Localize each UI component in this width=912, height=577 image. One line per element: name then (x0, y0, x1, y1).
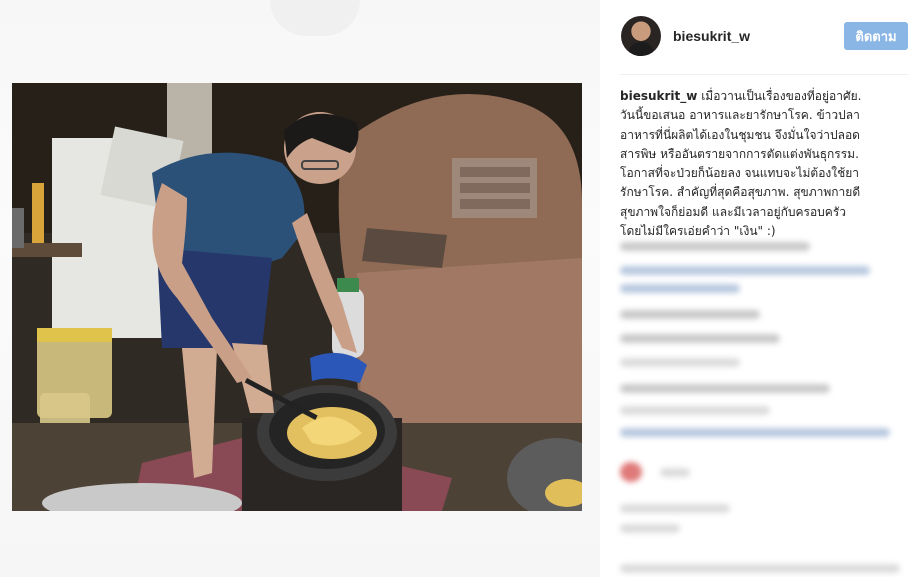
caption-line-3: อาหารที่นี่ผลิตได้เองในชุมชน จึงมั่นใจว่… (620, 127, 860, 142)
blurred-line (620, 504, 730, 513)
follow-button[interactable]: ติดตาม (844, 22, 908, 50)
blurred-line (620, 242, 810, 251)
caption-line-2: วันนี้ขอเสนอ อาหารและยารักษาโรค. ข้าวปลา (620, 108, 860, 123)
username-link[interactable]: biesukrit_w (673, 28, 750, 44)
caption-line-6: รักษาโรค. สำคัญที่สุดคือสุขภาพ. สุขภาพกา… (620, 185, 861, 200)
caption-line-1: biesukrit_w เมื่อวานเป็นเรื่องของที่อยู่… (620, 87, 904, 106)
post-header: biesukrit_w ติดตาม (600, 0, 912, 74)
caption-line-4: สารพิษ หรืออันตรายจากการตัดแต่งพันธุกรรม… (620, 146, 859, 161)
blurred-line (620, 564, 900, 573)
blurred-comments (620, 238, 910, 577)
avatar[interactable] (621, 16, 661, 56)
caption-line-7: สุขภาพใจก็ย่อมดี และมีเวลาอยู่กับครอบครั… (620, 204, 847, 219)
backdrop-shape (270, 0, 360, 36)
blurred-line (620, 310, 760, 319)
caption-text-1: เมื่อวานเป็นเรื่องของที่อยู่อาศัย. (697, 89, 862, 103)
blurred-line (620, 358, 740, 367)
blurred-line (620, 334, 780, 343)
blurred-line (660, 468, 690, 477)
blurred-line (620, 428, 890, 437)
blurred-line (620, 284, 740, 293)
post-photo[interactable] (12, 83, 582, 511)
header-divider (620, 74, 908, 75)
caption-line-5: โอกาสที่จะป่วยก็น้อยลง จนแทบจะไม่ต้องใช้… (620, 166, 860, 181)
photo-illustration (12, 83, 582, 511)
heart-icon[interactable] (620, 462, 642, 482)
caption-username-link[interactable]: biesukrit_w (620, 89, 697, 103)
blurred-line (620, 406, 770, 415)
blurred-line (620, 266, 870, 275)
blurred-line (620, 384, 830, 393)
post-side-panel: biesukrit_w ติดตาม biesukrit_w เมื่อวานเ… (600, 0, 912, 577)
blurred-line (620, 524, 680, 533)
post-caption: biesukrit_w เมื่อวานเป็นเรื่องของที่อยู่… (620, 87, 904, 241)
